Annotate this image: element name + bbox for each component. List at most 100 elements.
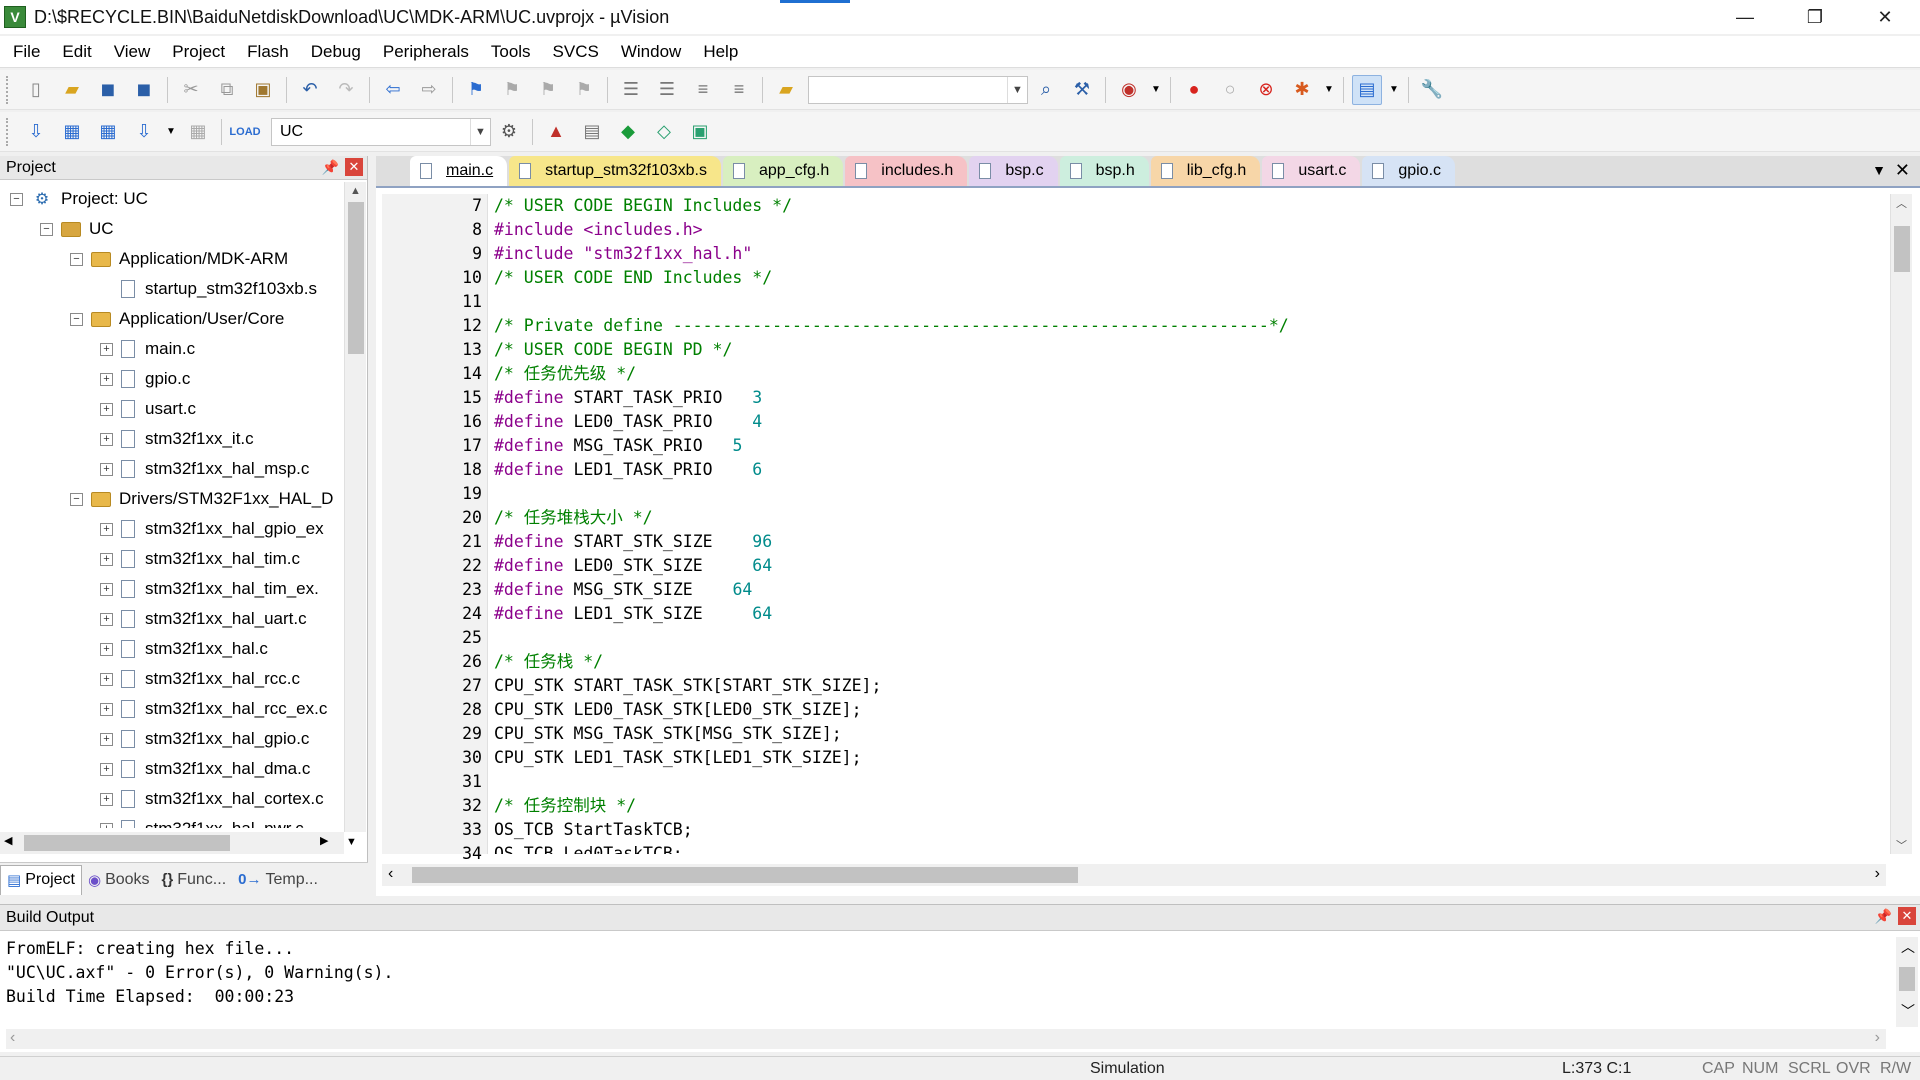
expand-icon[interactable]: +: [100, 582, 113, 596]
expand-icon[interactable]: +: [100, 642, 113, 656]
stop-build-icon[interactable]: ▦: [183, 117, 213, 147]
tree-item-file[interactable]: + stm32f1xx_it.c: [100, 424, 254, 454]
navigate-back-icon[interactable]: ⇦: [378, 75, 408, 105]
undo-icon[interactable]: ↶: [295, 75, 325, 105]
editor-tab[interactable]: bsp.c: [969, 156, 1058, 186]
scroll-thumb[interactable]: [24, 835, 230, 851]
collapse-icon[interactable]: −: [70, 312, 83, 326]
expand-icon[interactable]: +: [100, 702, 113, 716]
editor-tab[interactable]: main.c: [410, 156, 508, 186]
tree-item-file[interactable]: + stm32f1xx_hal_pwr.c: [100, 814, 304, 828]
code-line[interactable]: #define MSG_STK_SIZE 64: [494, 578, 752, 602]
tree-item-file[interactable]: + usart.c: [100, 394, 196, 424]
tab-functions[interactable]: {} Func...: [156, 865, 233, 895]
tree-item-file[interactable]: + stm32f1xx_hal_dma.c: [100, 754, 310, 784]
menu-flash[interactable]: Flash: [236, 36, 300, 68]
expand-icon[interactable]: +: [100, 822, 113, 828]
editor-tab[interactable]: includes.h: [845, 156, 968, 186]
tree-item-folder[interactable]: − Application/MDK-ARM: [70, 244, 288, 274]
chevron-down-icon[interactable]: ▼: [1007, 76, 1027, 103]
editor-tab[interactable]: startup_stm32f103xb.s: [509, 156, 721, 186]
build-output-vscroll[interactable]: ︿ ﹀: [1896, 937, 1918, 1027]
expand-icon[interactable]: +: [100, 462, 113, 476]
tree-item-file[interactable]: + main.c: [100, 334, 195, 364]
configure-wrench-icon[interactable]: 🔧: [1417, 75, 1447, 105]
scroll-thumb[interactable]: [1899, 967, 1915, 991]
save-icon[interactable]: ◼: [93, 75, 123, 105]
scroll-down-arrow-icon[interactable]: ﹀: [1901, 1001, 1915, 1021]
code-line[interactable]: #define LED1_STK_SIZE 64: [494, 602, 772, 626]
tree-item-folder[interactable]: − Application/User/Core: [70, 304, 284, 334]
expand-icon[interactable]: +: [100, 372, 113, 386]
code-line[interactable]: /* USER CODE END Includes */: [494, 266, 772, 290]
tab-books[interactable]: ◉ Books: [82, 865, 156, 895]
build-output-text[interactable]: FromELF: creating hex file... "UC\UC.axf…: [6, 937, 393, 1009]
expand-icon[interactable]: +: [100, 732, 113, 746]
menu-debug[interactable]: Debug: [300, 36, 372, 68]
download-load-icon[interactable]: LOAD: [229, 117, 260, 147]
close-window-button[interactable]: ✕: [1850, 0, 1920, 34]
expand-icon[interactable]: +: [100, 522, 113, 536]
redo-icon[interactable]: ↷: [331, 75, 361, 105]
previous-bookmark-icon[interactable]: ⚑: [497, 75, 527, 105]
tabs-dropdown-icon[interactable]: ▼: [1872, 162, 1886, 178]
code-line[interactable]: /* 任务优先级 */: [494, 362, 636, 386]
menu-edit[interactable]: Edit: [51, 36, 102, 68]
window-layout-icon[interactable]: ▤: [1352, 74, 1382, 105]
menu-svcs[interactable]: SVCS: [542, 36, 610, 68]
editor-tab[interactable]: app_cfg.h: [723, 156, 844, 186]
tab-templates[interactable]: 0→ Temp...: [232, 865, 324, 895]
insert-breakpoint-icon[interactable]: ●: [1179, 75, 1209, 105]
scroll-thumb[interactable]: [1894, 226, 1910, 272]
scroll-up-arrow-icon[interactable]: ︿: [1891, 194, 1912, 212]
tree-item-file[interactable]: + stm32f1xx_hal_rcc_ex.c: [100, 694, 327, 724]
kill-breakpoints-icon[interactable]: ✱: [1287, 75, 1317, 105]
pin-icon[interactable]: 📌: [322, 159, 339, 176]
code-area[interactable]: /* USER CODE BEGIN Includes */ #include <…: [488, 194, 1878, 854]
scroll-down-arrow-icon[interactable]: ▼: [346, 836, 357, 848]
scroll-right-arrow-icon[interactable]: ▶: [320, 834, 328, 847]
tree-item-file[interactable]: + stm32f1xx_hal_gpio.c: [100, 724, 309, 754]
new-file-icon[interactable]: ▯: [21, 75, 51, 105]
chevron-down-icon[interactable]: ▼: [165, 117, 177, 147]
menu-peripherals[interactable]: Peripherals: [372, 36, 480, 68]
code-line[interactable]: #define START_STK_SIZE 96: [494, 530, 772, 554]
tree-item-target[interactable]: − UC: [40, 214, 114, 244]
expand-icon[interactable]: +: [100, 402, 113, 416]
code-line[interactable]: #define LED0_STK_SIZE 64: [494, 554, 772, 578]
editor-tab[interactable]: usart.c: [1262, 156, 1361, 186]
pack-installer-icon[interactable]: ▣: [685, 117, 715, 147]
project-tree-vscroll[interactable]: ▲: [344, 182, 366, 832]
chevron-down-icon[interactable]: ▼: [1150, 75, 1162, 105]
code-line[interactable]: CPU_STK START_TASK_STK[START_STK_SIZE];: [494, 674, 881, 698]
scroll-thumb[interactable]: [348, 202, 364, 354]
code-line[interactable]: OS_TCB Led0TaskTCB;: [494, 842, 683, 854]
code-line[interactable]: /* 任务堆栈大小 */: [494, 506, 653, 530]
disable-breakpoints-icon[interactable]: ⊗: [1251, 75, 1281, 105]
scroll-up-arrow-icon[interactable]: ︿: [1901, 937, 1915, 957]
code-line[interactable]: #define LED1_TASK_PRIO 6: [494, 458, 762, 482]
collapse-icon[interactable]: −: [40, 222, 53, 236]
code-line[interactable]: #include <includes.h>: [494, 218, 703, 242]
editor-tab[interactable]: lib_cfg.h: [1150, 156, 1261, 186]
menu-tools[interactable]: Tools: [480, 36, 542, 68]
translate-icon[interactable]: ⇩: [21, 117, 51, 147]
code-line[interactable]: /* USER CODE BEGIN PD */: [494, 338, 732, 362]
code-line[interactable]: CPU_STK MSG_TASK_STK[MSG_STK_SIZE];: [494, 722, 842, 746]
tree-item-folder[interactable]: − Drivers/STM32F1xx_HAL_D: [70, 484, 333, 514]
target-select[interactable]: UC ▼: [271, 117, 491, 146]
menu-help[interactable]: Help: [692, 36, 749, 68]
tree-item-file[interactable]: + stm32f1xx_hal_gpio_ex: [100, 514, 324, 544]
tree-item-file[interactable]: startup_stm32f103xb.s: [100, 274, 317, 304]
manage-run-time-environment-icon[interactable]: ◆: [613, 117, 643, 147]
target-options-icon[interactable]: ⚙: [494, 117, 524, 147]
code-line[interactable]: #define START_TASK_PRIO 3: [494, 386, 762, 410]
code-line[interactable]: CPU_STK LED0_TASK_STK[LED0_STK_SIZE];: [494, 698, 862, 722]
expand-icon[interactable]: +: [100, 432, 113, 446]
toolbar-grip[interactable]: [6, 117, 12, 146]
enable-breakpoint-icon[interactable]: ○: [1215, 75, 1245, 105]
minimize-button[interactable]: —: [1710, 0, 1780, 34]
editor-tab[interactable]: gpio.c: [1362, 156, 1456, 186]
scroll-left-arrow-icon[interactable]: ◀: [4, 834, 12, 847]
expand-icon[interactable]: +: [100, 612, 113, 626]
